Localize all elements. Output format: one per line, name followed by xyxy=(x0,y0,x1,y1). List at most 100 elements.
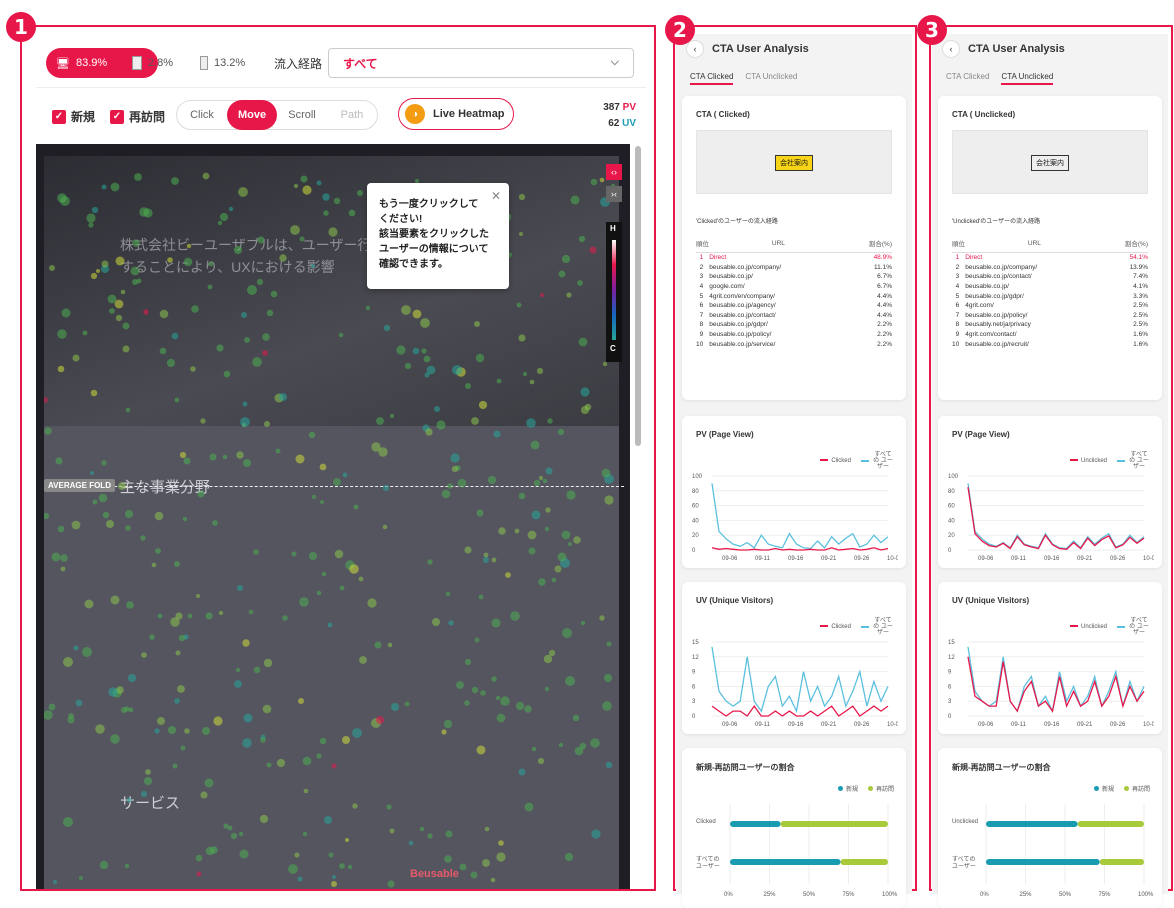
table-row[interactable]: 10 beusable.co.jp/service/2.2% xyxy=(696,339,892,349)
close-icon[interactable]: ✕ xyxy=(491,189,501,204)
back-chevron-icon[interactable]: ‹ xyxy=(686,40,704,58)
tab-cta-unclicked[interactable]: CTA Unclicked xyxy=(1001,72,1054,85)
cta-preview: 会社案内 xyxy=(952,130,1148,194)
mobile-device-button[interactable]: 13.2% xyxy=(200,48,245,78)
heat-point xyxy=(580,405,590,415)
table-row[interactable]: 8 beusable.co.jp/gdpr/2.2% xyxy=(696,320,892,330)
table-row[interactable]: 4 google.com/6.7% xyxy=(696,282,892,292)
bar-segment xyxy=(1099,859,1144,865)
table-row[interactable]: 3 beusable.co.jp/6.7% xyxy=(696,272,892,282)
heat-point xyxy=(464,700,470,706)
table-row[interactable]: 5 4grit.com/en/company/4.4% xyxy=(696,291,892,301)
table-row[interactable]: 5 beusable.co.jp/gdpr/3.3% xyxy=(952,291,1148,301)
heat-point xyxy=(470,871,478,879)
expand-icon[interactable]: ‹› xyxy=(606,164,622,180)
heat-point xyxy=(124,706,130,712)
tab-cta-clicked[interactable]: CTA Clicked xyxy=(946,72,989,85)
check-icon: ✓ xyxy=(110,109,124,124)
heat-point xyxy=(478,400,488,410)
returning-user-checkbox[interactable]: ✓ 再訪問 xyxy=(110,108,165,125)
row-rank: 1 xyxy=(952,253,965,263)
heat-point xyxy=(125,525,131,531)
new-user-checkbox[interactable]: ✓ 新規 xyxy=(52,108,95,125)
row-rank: 5 xyxy=(696,291,709,301)
rank-value: 2 xyxy=(699,263,704,271)
heat-point xyxy=(227,825,233,831)
table-row[interactable]: 7 beusable.co.jp/policy/2.5% xyxy=(952,311,1148,321)
heat-point xyxy=(483,557,489,563)
heat-point xyxy=(529,379,535,385)
line-chart: 0 3 6 9 12 15 09-06 09-11 09-16 09-21 09-26 10-01 xyxy=(948,640,1154,728)
table-row[interactable]: 6 4grit.com/2.5% xyxy=(952,301,1148,311)
x-tick-label: 09-06 xyxy=(978,722,994,728)
x-tick-label: 10-01 xyxy=(887,556,898,562)
heat-point xyxy=(319,463,327,471)
heat-point xyxy=(82,647,92,657)
mode-click[interactable]: Click xyxy=(177,109,227,121)
mode-scroll[interactable]: Scroll xyxy=(277,109,327,121)
x-tick-label: 09-26 xyxy=(854,556,870,562)
heat-point xyxy=(57,365,65,373)
live-heatmap-button[interactable]: ◑ Live Heatmap xyxy=(398,98,514,130)
row-rank: 10 xyxy=(952,339,965,349)
row-rank: 4 xyxy=(952,282,965,292)
heat-point xyxy=(412,347,420,355)
table-row[interactable]: 6 beusable.co.jp/agency/4.4% xyxy=(696,301,892,311)
row-rank: 3 xyxy=(696,272,709,282)
heat-point xyxy=(474,637,480,643)
mode-path[interactable]: Path xyxy=(327,109,377,121)
table-row[interactable]: 7 beusable.co.jp/contact/4.4% xyxy=(696,311,892,321)
source-select[interactable]: すべて ⌵ xyxy=(328,48,634,78)
table-row[interactable]: 8 beusably.net/ja/privacy 2.5% xyxy=(952,320,1148,330)
back-chevron-icon[interactable]: ‹ xyxy=(942,40,960,58)
x-tick-label: 09-26 xyxy=(854,722,870,728)
heat-point xyxy=(134,173,142,181)
heatmap-scrollbar[interactable] xyxy=(634,144,642,889)
scrollbar-thumb[interactable] xyxy=(635,146,641,446)
heat-point xyxy=(263,658,273,668)
row-share: 2.2% xyxy=(877,321,892,329)
table-row[interactable]: 9 4grit.com/contact/1.6% xyxy=(952,330,1148,340)
table-row[interactable]: 2 beusable.co.jp/company/11.1% xyxy=(696,263,892,273)
tab-cta-unclicked[interactable]: CTA Unclicked xyxy=(745,72,797,85)
table-row[interactable]: 2 beusable.co.jp/company/13.9% xyxy=(952,263,1148,273)
panel-tabs: CTA Clicked CTA Unclicked xyxy=(690,72,797,85)
heat-point xyxy=(125,510,133,518)
heat-point xyxy=(545,507,551,513)
tablet-device-button[interactable]: 2.8% xyxy=(132,48,173,78)
heatmap-viewport[interactable]: 株式会社ビーユーザブルは、ユーザー行動を計測することにより、UXにおける影響 主… xyxy=(36,144,630,889)
table-row[interactable]: 1 Direct 48.9% xyxy=(696,253,892,263)
heat-point xyxy=(90,272,98,280)
table-row[interactable]: 4 beusable.co.jp/4.1% xyxy=(952,282,1148,292)
heat-point xyxy=(288,864,298,874)
row-url: beusably.net/ja/privacy xyxy=(965,321,1031,329)
heat-point xyxy=(540,293,544,297)
x-tick-label: 09-06 xyxy=(722,722,738,728)
y-tick-label: 15 xyxy=(692,640,699,646)
mode-move[interactable]: Move xyxy=(227,100,277,130)
table-row[interactable]: 10 beusable.co.jp/recruit/1.6% xyxy=(952,339,1148,349)
tab-cta-clicked[interactable]: CTA Clicked xyxy=(690,72,734,85)
heat-point xyxy=(603,673,613,683)
collapse-icon[interactable]: ›‹ xyxy=(606,186,622,202)
heat-point xyxy=(491,557,497,563)
heat-point xyxy=(191,305,199,313)
table-row[interactable]: 1 Direct 54.1% xyxy=(952,253,1148,263)
tooltip-line: ください! xyxy=(379,214,423,225)
x-tick-label: 09-16 xyxy=(788,722,804,728)
table-row[interactable]: 9 beusable.co.jp/policy/2.2% xyxy=(696,330,892,340)
row-share: 2.2% xyxy=(877,331,892,339)
pv-count: 387 xyxy=(603,102,620,113)
row-share: 6.7% xyxy=(877,273,892,281)
heat-point xyxy=(207,284,213,290)
heat-point xyxy=(451,465,459,473)
heat-point xyxy=(172,763,178,769)
ratio-card: 新規-再訪問ユーザーの割合 新規 再訪問 0% 25% 50% 75% 100% Unclick… xyxy=(938,748,1162,908)
heat-point xyxy=(538,475,544,481)
heat-point xyxy=(308,431,316,439)
row-share: 11.1% xyxy=(874,263,892,271)
heat-point xyxy=(174,698,180,704)
table-row[interactable]: 3 beusable.co.jp/contact/7.4% xyxy=(952,272,1148,282)
heat-point xyxy=(237,585,243,591)
heat-point xyxy=(331,881,337,887)
